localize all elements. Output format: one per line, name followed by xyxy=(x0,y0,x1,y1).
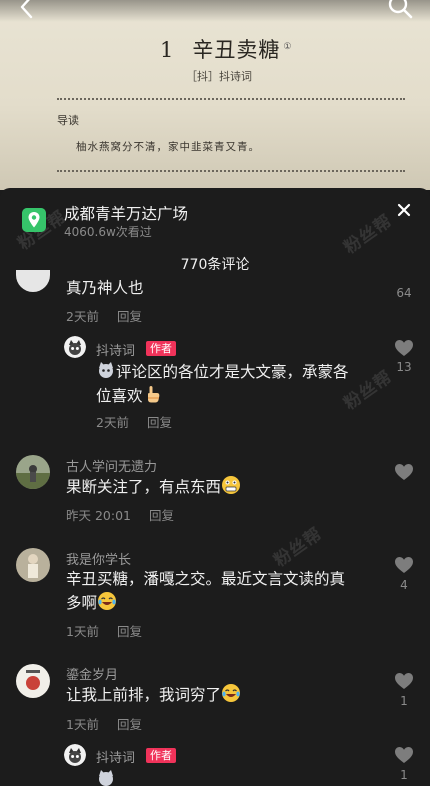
book-title-number: 1 xyxy=(160,38,175,62)
laughing-tears-emoji-icon xyxy=(222,684,241,702)
video-background[interactable]: 1 辛丑卖糖 ① ［抖］抖诗词 导读 柚水燕窝分不清，家中韭菜青又青。 xyxy=(0,0,430,190)
like-count: 1 xyxy=(400,768,408,782)
guide-text: 柚水燕窝分不清，家中韭菜青又青。 xyxy=(76,141,260,153)
avatar[interactable] xyxy=(16,548,50,582)
comment-text-line1: 辛丑买糖，潘嘎之交。最近文言文读的真 xyxy=(66,570,346,588)
comment-time: 2天前 xyxy=(66,309,99,324)
comment-meta: 昨天 20:01 回复 xyxy=(66,505,174,524)
guide-label: 导读 xyxy=(57,114,79,127)
heart-icon[interactable] xyxy=(394,556,414,574)
comment-text: 辛丑买糖，潘嘎之交。最近文言文读的真 多啊 xyxy=(66,568,345,615)
watermark: 粉丝帮 xyxy=(340,210,397,259)
avatar[interactable] xyxy=(64,336,86,358)
dotted-divider xyxy=(57,98,405,100)
like-count: 64 xyxy=(396,286,412,300)
comment-meta: 1天前 回复 xyxy=(66,621,142,640)
back-arrow-icon[interactable] xyxy=(14,0,40,20)
comment-time: 1天前 xyxy=(66,717,99,732)
grimace-emoji-icon xyxy=(222,476,241,494)
commenter-name[interactable]: 古人学问无遗力 xyxy=(66,456,157,475)
avatar[interactable] xyxy=(64,744,86,766)
pointing-hand-emoji-icon xyxy=(147,386,159,403)
like-count: 1 xyxy=(400,694,408,708)
reply-button[interactable]: 回复 xyxy=(149,508,174,523)
author-badge: 作者 xyxy=(146,341,176,356)
book-title-text: 辛丑卖糖 xyxy=(192,38,281,62)
cat-emoji-icon xyxy=(99,362,113,378)
book-author: ［抖］抖诗词 xyxy=(186,70,252,83)
heart-icon[interactable] xyxy=(394,746,414,764)
book-title-mark: ① xyxy=(283,42,293,52)
commenter-name[interactable]: 抖诗词 xyxy=(96,340,135,359)
commenter-name[interactable]: 我是你学长 xyxy=(66,549,131,568)
commenter-name[interactable]: 抖诗词 xyxy=(96,747,135,766)
watermark: 粉丝帮 xyxy=(270,523,327,572)
heart-icon[interactable] xyxy=(394,339,414,357)
reply-button[interactable]: 回复 xyxy=(117,717,142,732)
avatar[interactable] xyxy=(16,664,50,698)
like-count: 13 xyxy=(396,360,412,374)
avatar[interactable] xyxy=(16,455,50,489)
comment-count: 770条评论 xyxy=(180,257,250,273)
comment-sheet: 粉丝帮 粉丝帮 粉丝帮 粉丝帮 成都青羊万达广场 4060.6w次看过 770条… xyxy=(0,188,430,786)
comment-text: 果断关注了，有点东西 xyxy=(66,475,241,499)
comment-text: 让我上前排，我词穷了 xyxy=(66,683,241,707)
comment-time: 1天前 xyxy=(66,624,99,639)
dotted-divider xyxy=(57,170,405,172)
comment-text-content: 让我上前排，我词穷了 xyxy=(66,686,222,704)
laughing-tears-emoji-icon xyxy=(98,592,117,610)
commenter-name[interactable]: 鎏金岁月 xyxy=(66,664,118,683)
author-badge: 作者 xyxy=(146,748,176,763)
reply-button[interactable]: 回复 xyxy=(117,309,142,324)
comment-meta: 2天前 回复 xyxy=(66,306,142,325)
comment-text-content: 果断关注了，有点东西 xyxy=(66,478,222,496)
comment-meta: 1天前 回复 xyxy=(66,714,142,733)
search-icon[interactable] xyxy=(386,0,414,20)
avatar[interactable] xyxy=(16,270,50,292)
comment-text-line2: 位喜欢 xyxy=(96,387,143,405)
location-pin-icon xyxy=(22,208,46,232)
comment-time: 2天前 xyxy=(96,415,129,430)
comment-meta: 2天前 回复 xyxy=(96,412,172,431)
close-icon[interactable] xyxy=(396,202,412,218)
cat-emoji-icon xyxy=(99,770,113,786)
comment-text: 评论区的各位才是大文豪，承蒙各 位喜欢 xyxy=(96,360,349,408)
top-shade xyxy=(0,0,430,22)
reply-button[interactable]: 回复 xyxy=(117,624,142,639)
book-title: 1 辛丑卖糖 ① xyxy=(160,34,292,64)
comment-text-line2: 多啊 xyxy=(66,594,98,612)
location-name[interactable]: 成都青羊万达广场 xyxy=(64,202,188,224)
comment-text-line1: 评论区的各位才是大文豪，承蒙各 xyxy=(116,363,349,381)
reply-button[interactable]: 回复 xyxy=(147,415,172,430)
comment-text: 真乃神人也 xyxy=(66,279,144,297)
heart-icon[interactable] xyxy=(394,463,414,481)
location-views: 4060.6w次看过 xyxy=(64,225,152,239)
heart-icon[interactable] xyxy=(394,672,414,690)
like-count: 4 xyxy=(400,578,408,592)
comment-time: 昨天 20:01 xyxy=(66,508,131,523)
